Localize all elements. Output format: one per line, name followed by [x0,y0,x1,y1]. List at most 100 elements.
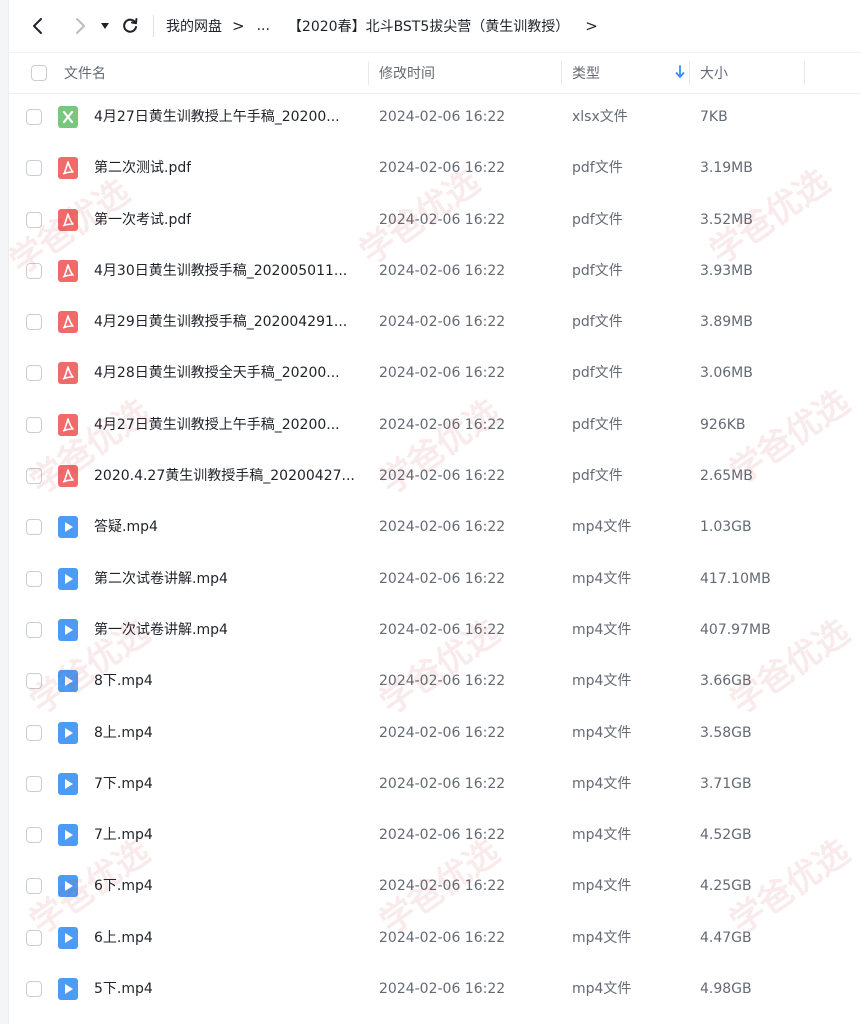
file-name[interactable]: 4月30日黄生训教授手稿_202005011... [94,246,347,297]
table-row[interactable]: 答疑.mp4 2024-02-06 16:22 mp4文件 1.03GB [9,502,861,553]
file-type: mp4文件 [572,981,632,998]
table-row[interactable]: 6上.mp4 2024-02-06 16:22 mp4文件 4.47GB [9,913,861,964]
row-checkbox[interactable] [26,468,42,485]
row-checkbox[interactable] [26,827,42,844]
file-name[interactable]: 8上.mp4 [94,708,153,759]
video-icon [58,772,78,795]
breadcrumb-ellipsis[interactable]: ... [257,18,270,34]
row-checkbox[interactable] [26,775,42,792]
column-resize-handle[interactable] [368,61,369,85]
history-dropdown-button[interactable] [95,11,115,41]
file-modified: 2024-02-06 16:22 [379,673,506,690]
file-type: pdf文件 [572,468,623,485]
file-size: 4.52GB [700,827,752,844]
table-row[interactable]: 7下.mp4 2024-02-06 16:22 mp4文件 3.71GB [9,759,861,810]
breadcrumb-root[interactable]: 我的网盘 [166,16,222,36]
select-all-checkbox[interactable] [31,65,47,81]
xlsx-icon [58,106,78,128]
refresh-button[interactable] [115,11,145,41]
file-name[interactable]: 6上.mp4 [94,913,153,964]
table-row[interactable]: 8下.mp4 2024-02-06 16:22 mp4文件 3.66GB [9,656,861,707]
table-row[interactable]: 第二次试卷讲解.mp4 2024-02-06 16:22 mp4文件 417.1… [9,554,861,605]
column-resize-handle[interactable] [561,61,562,85]
row-checkbox[interactable] [26,519,42,536]
pdf-icon [58,259,78,282]
row-checkbox[interactable] [26,109,42,125]
table-row[interactable]: 5下.mp4 2024-02-06 16:22 mp4文件 4.98GB [9,964,861,1015]
header-size[interactable]: 大小 [700,53,728,93]
table-row[interactable]: 2020.4.27黄生训教授手稿_20200427... 2024-02-06 … [9,451,861,502]
toolbar: 我的网盘 > ... 【2020春】北斗BST5拔尖营（黄生训教授） > [9,0,861,52]
file-name[interactable]: 4月27日黄生训教授上午手稿_20200... [94,400,340,451]
breadcrumb-separator: > [585,17,598,35]
video-icon [58,567,78,590]
forward-button[interactable] [65,11,95,41]
row-checkbox[interactable] [26,673,42,690]
file-type: mp4文件 [572,775,632,792]
pdf-icon [58,362,78,385]
select-all-cell [31,53,47,93]
file-size: 3.89MB [700,314,753,331]
file-type: xlsx文件 [572,109,628,125]
file-name[interactable]: 8下.mp4 [94,656,153,707]
sort-desc-icon[interactable] [675,65,685,79]
file-size: 3.71GB [700,775,752,792]
table-row[interactable]: 4月28日黄生训教授全天手稿_20200... 2024-02-06 16:22… [9,348,861,399]
row-checkbox[interactable] [26,981,42,998]
file-name[interactable]: 第二次测试.pdf [94,143,191,194]
file-size: 4.47GB [700,929,752,946]
header-type[interactable]: 类型 [572,53,600,93]
file-name[interactable]: 第一次考试.pdf [94,195,191,246]
file-name[interactable]: 7下.mp4 [94,759,153,810]
file-modified: 2024-02-06 16:22 [379,314,506,331]
pdf-icon [58,465,78,488]
file-name[interactable]: 2020.4.27黄生训教授手稿_20200427... [94,451,355,502]
table-row[interactable]: 第一次试卷讲解.mp4 2024-02-06 16:22 mp4文件 407.9… [9,605,861,656]
row-checkbox[interactable] [26,262,42,279]
row-checkbox[interactable] [26,211,42,228]
file-name[interactable]: 5下.mp4 [94,964,153,1015]
file-type: pdf文件 [572,262,623,279]
row-checkbox[interactable] [26,160,42,177]
file-name[interactable]: 4月29日黄生训教授手稿_202004291... [94,297,347,348]
row-checkbox[interactable] [26,878,42,895]
file-name[interactable]: 第二次试卷讲解.mp4 [94,554,228,605]
back-button[interactable] [23,11,53,41]
file-modified: 2024-02-06 16:22 [379,570,506,587]
row-checkbox[interactable] [26,929,42,946]
table-row[interactable]: 第一次考试.pdf 2024-02-06 16:22 pdf文件 3.52MB [9,195,861,246]
column-resize-handle[interactable] [689,61,690,85]
video-icon [58,926,78,949]
table-row[interactable]: 6下.mp4 2024-02-06 16:22 mp4文件 4.25GB [9,861,861,912]
file-name[interactable]: 4月27日黄生训教授上午手稿_20200... [94,92,340,143]
row-checkbox[interactable] [26,621,42,638]
video-icon [58,618,78,641]
file-modified: 2024-02-06 16:22 [379,724,506,741]
breadcrumb-current[interactable]: 【2020春】北斗BST5拔尖营（黄生训教授） [288,16,569,36]
row-checkbox[interactable] [26,570,42,587]
row-checkbox[interactable] [26,724,42,741]
file-type: mp4文件 [572,673,632,690]
file-list: 4月27日黄生训教授上午手稿_20200... 2024-02-06 16:22… [9,92,861,1015]
column-resize-handle[interactable] [804,61,805,85]
file-name[interactable]: 第一次试卷讲解.mp4 [94,605,228,656]
file-name[interactable]: 7上.mp4 [94,810,153,861]
table-row[interactable]: 第二次测试.pdf 2024-02-06 16:22 pdf文件 3.19MB [9,143,861,194]
video-icon [58,824,78,847]
table-row[interactable]: 7上.mp4 2024-02-06 16:22 mp4文件 4.52GB [9,810,861,861]
header-modified[interactable]: 修改时间 [379,53,435,93]
file-name[interactable]: 答疑.mp4 [94,502,158,553]
file-name[interactable]: 4月28日黄生训教授全天手稿_20200... [94,348,340,399]
file-name[interactable]: 6下.mp4 [94,861,153,912]
table-row[interactable]: 4月27日黄生训教授上午手稿_20200... 2024-02-06 16:22… [9,400,861,451]
table-row[interactable]: 4月29日黄生训教授手稿_202004291... 2024-02-06 16:… [9,297,861,348]
row-checkbox[interactable] [26,365,42,382]
table-row[interactable]: 4月30日黄生训教授手稿_202005011... 2024-02-06 16:… [9,246,861,297]
row-checkbox[interactable] [26,416,42,433]
table-row[interactable]: 8上.mp4 2024-02-06 16:22 mp4文件 3.58GB [9,708,861,759]
file-modified: 2024-02-06 16:22 [379,929,506,946]
left-panel-edge [0,0,9,1024]
header-name[interactable]: 文件名 [64,53,106,93]
table-row[interactable]: 4月27日黄生训教授上午手稿_20200... 2024-02-06 16:22… [9,92,861,143]
row-checkbox[interactable] [26,314,42,331]
